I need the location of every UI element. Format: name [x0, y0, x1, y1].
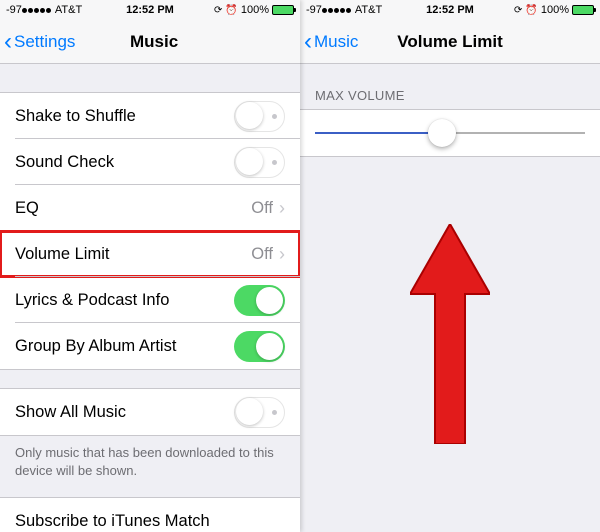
- row-value: Off: [251, 199, 273, 218]
- sound-check-toggle[interactable]: [234, 147, 285, 178]
- battery-icon: [572, 5, 594, 15]
- alarm-icon: ⏰: [525, 5, 537, 16]
- refresh-icon: ⟳: [214, 5, 222, 16]
- signal-dots-icon: [322, 8, 351, 13]
- refresh-icon: ⟳: [514, 5, 522, 16]
- annotation-arrow-icon: [410, 224, 490, 444]
- alarm-icon: ⏰: [225, 5, 237, 16]
- slider-fill: [315, 132, 442, 134]
- back-button[interactable]: ‹ Music: [300, 30, 358, 54]
- row-value: Off: [251, 245, 273, 264]
- slider-thumb[interactable]: [428, 119, 456, 147]
- max-volume-slider[interactable]: [315, 132, 585, 134]
- status-bar: -97 AT&T 12:52 PM ⟳ ⏰ 100%: [0, 0, 300, 20]
- signal-strength: -97: [6, 4, 22, 16]
- row-label: Shake to Shuffle: [15, 107, 234, 126]
- show-all-toggle[interactable]: [234, 397, 285, 428]
- status-bar: -97 AT&T 12:52 PM ⟳ ⏰ 100%: [300, 0, 600, 20]
- nav-bar: ‹ Settings Music: [0, 20, 300, 64]
- music-settings-screen: -97 AT&T 12:52 PM ⟳ ⏰ 100% ‹ Settings Mu…: [0, 0, 300, 532]
- volume-slider-container: [300, 109, 600, 157]
- carrier-label: AT&T: [355, 4, 382, 16]
- back-label: Settings: [14, 32, 75, 52]
- clock: 12:52 PM: [426, 4, 474, 16]
- row-label: Sound Check: [15, 153, 234, 172]
- row-label: EQ: [15, 199, 251, 218]
- volume-limit-row[interactable]: Volume Limit Off ›: [0, 231, 300, 277]
- eq-row[interactable]: EQ Off ›: [0, 185, 300, 231]
- lyrics-toggle[interactable]: [234, 285, 285, 316]
- section-header: MAX VOLUME: [300, 64, 600, 109]
- battery-percent: 100%: [541, 4, 569, 16]
- battery-percent: 100%: [241, 4, 269, 16]
- signal-dots-icon: [22, 8, 51, 13]
- chevron-left-icon: ‹: [4, 30, 12, 54]
- show-all-footer: Only music that has been downloaded to t…: [0, 436, 300, 479]
- row-label: Volume Limit: [15, 245, 251, 264]
- volume-limit-screen: -97 AT&T 12:52 PM ⟳ ⏰ 100% ‹ Music Volum…: [300, 0, 600, 532]
- back-label: Music: [314, 32, 358, 52]
- chevron-right-icon: ›: [279, 244, 285, 265]
- back-button[interactable]: ‹ Settings: [0, 30, 75, 54]
- row-label: Show All Music: [15, 403, 234, 422]
- clock: 12:52 PM: [126, 4, 174, 16]
- group-album-toggle[interactable]: [234, 331, 285, 362]
- lyrics-podcast-row[interactable]: Lyrics & Podcast Info: [0, 277, 300, 323]
- carrier-label: AT&T: [55, 4, 82, 16]
- signal-strength: -97: [306, 4, 322, 16]
- sound-check-row[interactable]: Sound Check: [0, 139, 300, 185]
- show-all-music-row[interactable]: Show All Music: [0, 389, 300, 435]
- shake-toggle[interactable]: [234, 101, 285, 132]
- subscribe-itunes-match-row[interactable]: Subscribe to iTunes Match: [0, 498, 300, 532]
- page-title: Music: [130, 32, 178, 52]
- chevron-left-icon: ‹: [304, 30, 312, 54]
- page-title: Volume Limit: [397, 32, 502, 52]
- row-label: Lyrics & Podcast Info: [15, 291, 234, 310]
- battery-icon: [272, 5, 294, 15]
- group-by-album-row[interactable]: Group By Album Artist: [0, 323, 300, 369]
- shake-to-shuffle-row[interactable]: Shake to Shuffle: [0, 93, 300, 139]
- row-label: Group By Album Artist: [15, 337, 234, 356]
- chevron-right-icon: ›: [279, 198, 285, 219]
- nav-bar: ‹ Music Volume Limit: [300, 20, 600, 64]
- subscribe-link: Subscribe to iTunes Match: [15, 512, 285, 531]
